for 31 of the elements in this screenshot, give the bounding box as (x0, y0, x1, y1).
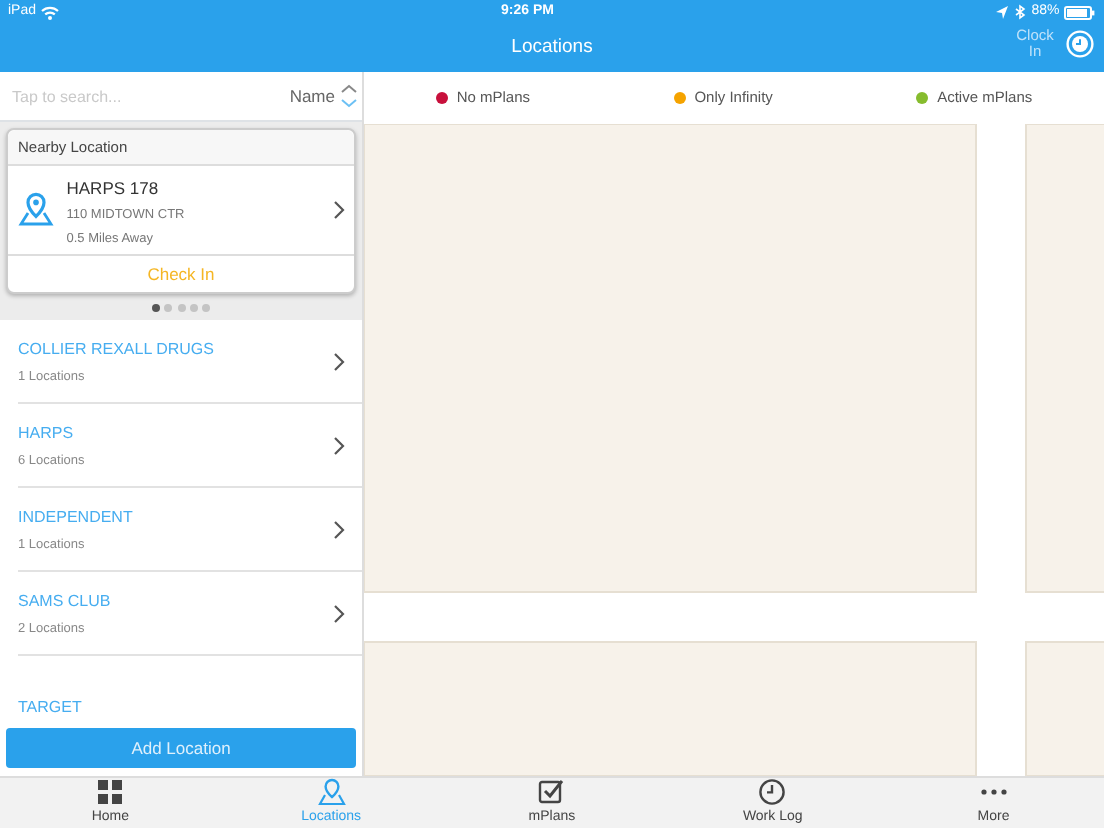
sort-icon[interactable] (339, 84, 358, 108)
group-name[interactable]: INDEPENDENT (18, 506, 133, 530)
page-dot[interactable] (177, 303, 185, 312)
group-name[interactable]: COLLIER REXALL DRUGS (18, 338, 214, 362)
bluetooth-icon (1014, 4, 1027, 20)
group-name[interactable]: SAMS CLUB (18, 590, 111, 614)
location-pin-icon (17, 192, 53, 227)
add-location-button[interactable]: Add Location (6, 728, 356, 768)
location-arrow-icon (994, 4, 1011, 20)
clock-icon (758, 777, 787, 806)
group-name[interactable]: TARGET (18, 695, 82, 719)
group-name[interactable]: HARPS (18, 422, 74, 446)
grid-icon (96, 777, 125, 806)
location-name: HARPS 178 (66, 175, 161, 201)
screen-title: Locations (511, 33, 593, 62)
chevron-right-icon[interactable] (331, 199, 345, 220)
page-dot[interactable] (164, 303, 173, 312)
chevron-right-icon[interactable] (332, 435, 346, 456)
page-dot[interactable] (189, 303, 198, 312)
check-in-button[interactable]: Check In (8, 253, 354, 293)
clock-icon[interactable] (1066, 29, 1094, 58)
sort-label[interactable]: Name (289, 83, 335, 109)
battery-icon (1064, 5, 1096, 19)
checkbox-icon (537, 777, 566, 806)
chevron-right-icon[interactable] (332, 603, 346, 624)
chevron-right-icon[interactable] (332, 519, 346, 540)
chevron-right-icon[interactable] (332, 351, 346, 372)
page-dot[interactable] (202, 303, 210, 312)
wifi-icon (40, 4, 61, 20)
page-dot[interactable] (152, 303, 160, 312)
location-pin-icon (317, 777, 346, 806)
